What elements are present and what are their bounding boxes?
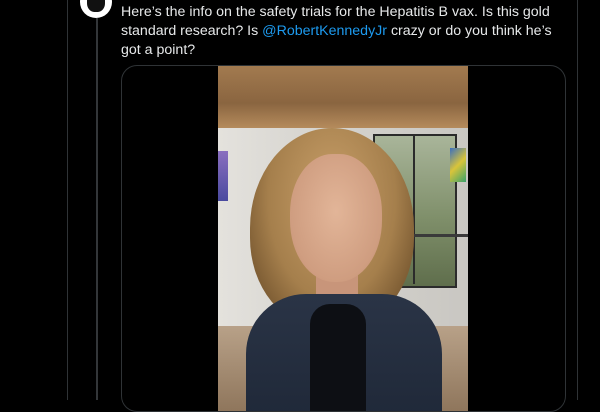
column-border-right bbox=[577, 0, 578, 400]
column-border-left bbox=[67, 0, 68, 400]
mention-link[interactable]: @RobertKennedyJr bbox=[262, 23, 387, 39]
scene-railing bbox=[408, 234, 468, 237]
scene-ceiling bbox=[218, 66, 468, 128]
person-shirt bbox=[310, 304, 366, 411]
scene-painting bbox=[450, 148, 466, 182]
thread-line bbox=[96, 18, 98, 400]
video-thumbnail[interactable] bbox=[218, 66, 468, 411]
scene-painting-left bbox=[218, 151, 228, 201]
tweet-text: Here’s the info on the safety trials for… bbox=[121, 3, 566, 60]
avatar[interactable] bbox=[80, 0, 112, 18]
user-avatar-icon bbox=[87, 0, 105, 12]
media-card[interactable] bbox=[121, 65, 566, 412]
person-face bbox=[290, 154, 382, 282]
scene-window-mullion bbox=[413, 134, 415, 284]
